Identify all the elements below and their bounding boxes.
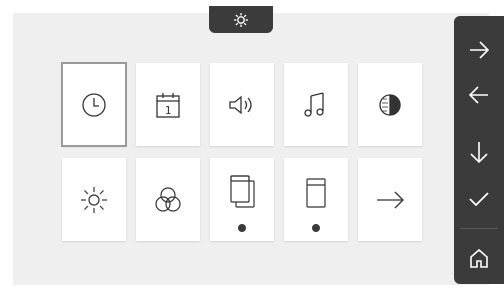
panel-divider [460,228,498,229]
gear-icon [234,12,248,27]
brightness-icon [81,186,107,213]
speaker-tile[interactable] [210,63,274,146]
cartridge-icon [306,177,326,208]
calendar-day: 1 [165,104,172,117]
settings-tab[interactable] [209,6,273,33]
brightness-tile[interactable] [62,158,126,241]
down-button[interactable] [454,132,504,172]
navigation-panel [454,16,504,284]
calendar-icon: 1 [156,92,180,118]
single-cartridge-tile[interactable] [284,158,348,241]
color-tile[interactable] [136,158,200,241]
speaker-icon [229,95,252,114]
home-icon [470,248,488,268]
forward-button[interactable] [454,30,504,70]
clock-icon [82,92,106,117]
status-dot [312,224,320,232]
contrast-icon [379,93,401,116]
arrow-down-icon [470,142,488,164]
multi-cartridge-tile[interactable] [210,158,274,241]
music-note-icon [304,91,324,117]
arrow-right-icon [377,191,404,208]
clock-tile[interactable] [61,62,127,147]
rgb-circles-icon [155,186,181,212]
status-dot [238,224,246,232]
stacked-cartridges-icon [230,174,255,208]
main-screen [13,13,489,285]
back-button[interactable] [454,75,504,115]
home-button[interactable] [454,238,504,278]
arrow-left-icon [468,86,488,104]
music-tile[interactable] [284,63,348,146]
checkmark-icon [469,192,489,207]
next-tile[interactable] [358,158,422,241]
confirm-button[interactable] [454,179,504,219]
calendar-tile[interactable]: 1 [136,63,200,146]
contrast-tile[interactable] [358,63,422,146]
arrow-right-icon [470,41,490,59]
